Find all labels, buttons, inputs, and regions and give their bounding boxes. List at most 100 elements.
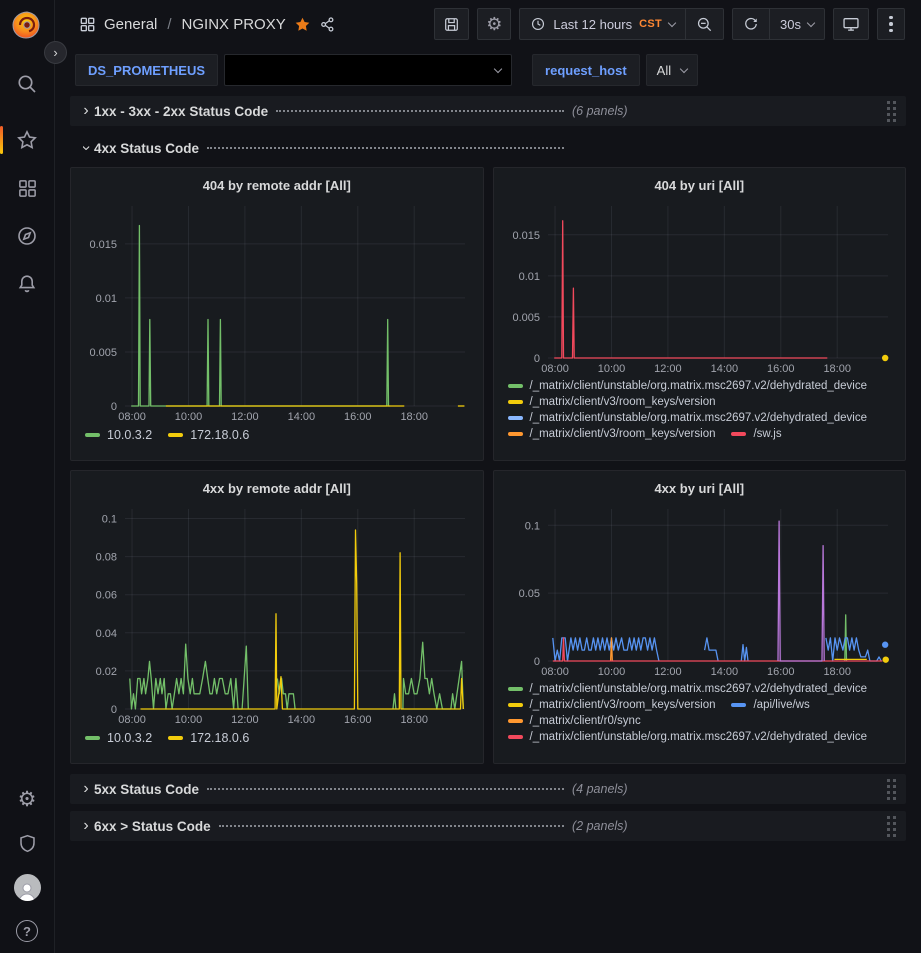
legend-swatch	[168, 433, 183, 437]
sidebar-item-server-admin[interactable]	[0, 821, 55, 865]
legend-swatch	[508, 432, 523, 436]
row-panel-count: (6 panels)	[572, 104, 628, 118]
sidebar-item-alerting[interactable]	[0, 262, 55, 306]
row-panel-count: (4 panels)	[572, 782, 628, 796]
x-axis-label: 18:00	[400, 714, 428, 726]
chart-canvas[interactable]: 00.0050.010.01508:0010:0012:0014:0016:00…	[502, 198, 898, 376]
legend-series-name: /sw.js	[753, 428, 781, 440]
refresh-icon	[743, 16, 759, 32]
legend-item[interactable]: /_matrix/client/unstable/org.matrix.msc2…	[508, 731, 868, 743]
legend-item[interactable]: /_matrix/client/r0/sync	[508, 715, 641, 727]
row-dotted-fill	[207, 788, 564, 790]
legend-item[interactable]: 10.0.3.2	[85, 731, 152, 745]
panel-grid: 404 by remote addr [All] 0 0.005 0.01 0.015…	[70, 167, 906, 764]
legend-item[interactable]: /_matrix/client/unstable/org.matrix.msc2…	[508, 412, 868, 424]
panel-legend: 10.0.3.2 172.18.0.6	[79, 727, 475, 755]
legend-item[interactable]: /sw.js	[731, 428, 781, 440]
legend-item[interactable]: /_matrix/client/v3/room_keys/version	[508, 396, 716, 408]
panel-title[interactable]: 404 by uri [All]	[502, 172, 898, 198]
legend-item[interactable]: /_matrix/client/v3/room_keys/version	[508, 699, 716, 711]
row-6xx[interactable]: › 6xx > Status Code (2 panels)	[70, 811, 906, 841]
main-area: General / NGINX PROXY ⚙	[55, 0, 921, 953]
datasource-select[interactable]	[224, 54, 512, 86]
datasource-variable-label[interactable]: DS_PROMETHEUS	[75, 54, 218, 86]
request-host-select[interactable]: All	[646, 54, 698, 86]
sidebar-expand-button[interactable]: ›	[44, 41, 67, 64]
tv-kiosk-mode-button[interactable]	[833, 8, 869, 40]
panel-title[interactable]: 4xx by uri [All]	[502, 475, 898, 501]
breadcrumb-dashboard-title[interactable]: NGINX PROXY	[182, 16, 286, 33]
y-axis-label: 0.01	[96, 293, 117, 305]
chart-canvas[interactable]: 00.050.108:0010:0012:0014:0016:0018:00	[502, 501, 898, 679]
legend-item[interactable]: /_matrix/client/unstable/org.matrix.msc2…	[508, 380, 868, 392]
legend-item[interactable]: /_matrix/client/unstable/org.matrix.msc2…	[508, 683, 868, 695]
series-line	[778, 521, 824, 661]
legend-item[interactable]: 172.18.0.6	[168, 731, 249, 745]
chevron-down-icon	[680, 64, 688, 72]
panel-4xx-by-remote-addr: 4xx by remote addr [All] 00.020.040.060.…	[70, 470, 484, 764]
more-options-button[interactable]	[877, 8, 905, 40]
row-drag-handle[interactable]	[886, 814, 900, 838]
series-line	[552, 638, 658, 661]
chart-plot-area[interactable]: 00.020.040.060.080.108:0010:0012:0014:00…	[79, 501, 475, 727]
refresh-controls-group: 30s	[732, 8, 825, 40]
sidebar-item-search[interactable]	[0, 62, 55, 106]
chart-canvas[interactable]: 00.0050.010.01508:0010:0012:0014:0016:00…	[79, 198, 475, 424]
y-axis-label: 0.06	[96, 590, 117, 602]
chart-plot-area[interactable]: 00.0050.010.01508:0010:0012:0014:0016:00…	[502, 198, 898, 376]
legend-series-name: 172.18.0.6	[190, 731, 249, 745]
zoom-out-time-button[interactable]	[685, 9, 723, 39]
legend-item[interactable]: 172.18.0.6	[168, 428, 249, 442]
x-axis-label: 10:00	[597, 666, 625, 678]
time-controls-group: Last 12 hours CST	[519, 8, 724, 40]
drag-dots-icon	[886, 814, 897, 838]
favorite-star-icon[interactable]	[294, 16, 311, 33]
row-drag-handle[interactable]	[886, 99, 900, 123]
refresh-button[interactable]	[733, 9, 769, 39]
chart-plot-area[interactable]: 00.0050.010.01508:0010:0012:0014:0016:00…	[79, 198, 475, 424]
breadcrumb-section[interactable]: General	[104, 16, 157, 33]
panel-title[interactable]: 4xx by remote addr [All]	[79, 475, 475, 501]
y-axis-label: 0.015	[512, 230, 540, 242]
x-axis-label: 14:00	[288, 714, 316, 726]
row-4xx[interactable]: › 4xx Status Code	[70, 133, 906, 163]
time-range-picker[interactable]: Last 12 hours CST	[520, 9, 685, 39]
x-axis-label: 12:00	[654, 363, 682, 375]
sidebar-item-starred[interactable]	[0, 118, 55, 162]
time-range-label: Last 12 hours	[553, 17, 632, 32]
legend-swatch	[508, 719, 523, 723]
sidebar-item-configuration[interactable]: ⚙	[0, 777, 55, 821]
legend-swatch	[508, 384, 523, 388]
y-axis-label: 0	[533, 656, 539, 668]
dashboard-settings-button[interactable]: ⚙	[477, 8, 511, 40]
chevron-right-icon: ›	[78, 781, 94, 797]
sidebar-item-profile[interactable]	[0, 865, 55, 909]
chart-canvas[interactable]: 00.020.040.060.080.108:0010:0012:0014:00…	[79, 501, 475, 727]
y-axis-label: 0.08	[96, 552, 117, 564]
y-axis-label: 0.015	[89, 239, 117, 251]
sidebar-item-dashboards[interactable]	[0, 166, 55, 210]
legend-item[interactable]: 10.0.3.2	[85, 428, 152, 442]
row-1xx-3xx-2xx[interactable]: › 1xx - 3xx - 2xx Status Code (6 panels)	[70, 96, 906, 126]
panel-404-by-remote-addr: 404 by remote addr [All] 00.0050.010.015…	[70, 167, 484, 461]
row-title: 4xx Status Code	[94, 141, 199, 156]
y-axis-label: 0.1	[524, 520, 539, 532]
x-axis-label: 10:00	[597, 363, 625, 375]
save-dashboard-button[interactable]	[434, 8, 469, 40]
grafana-logo[interactable]	[0, 6, 55, 44]
row-5xx[interactable]: › 5xx Status Code (4 panels)	[70, 774, 906, 804]
gear-icon: ⚙	[18, 789, 37, 810]
legend-item[interactable]: /_matrix/client/v3/room_keys/version	[508, 428, 716, 440]
legend-item[interactable]: /api/live/ws	[731, 699, 809, 711]
refresh-interval-picker[interactable]: 30s	[769, 9, 824, 39]
legend-swatch	[508, 735, 523, 739]
share-icon[interactable]	[319, 16, 336, 33]
row-drag-handle[interactable]	[886, 777, 900, 801]
y-axis-label: 0.01	[518, 271, 539, 283]
chart-plot-area[interactable]: 00.050.108:0010:0012:0014:0016:0018:00	[502, 501, 898, 679]
panel-title[interactable]: 404 by remote addr [All]	[79, 172, 475, 198]
y-axis-label: 0.005	[89, 347, 117, 359]
request-host-variable-label[interactable]: request_host	[532, 54, 640, 86]
sidebar-item-explore[interactable]	[0, 214, 55, 258]
sidebar-item-help[interactable]: ?	[0, 909, 55, 953]
